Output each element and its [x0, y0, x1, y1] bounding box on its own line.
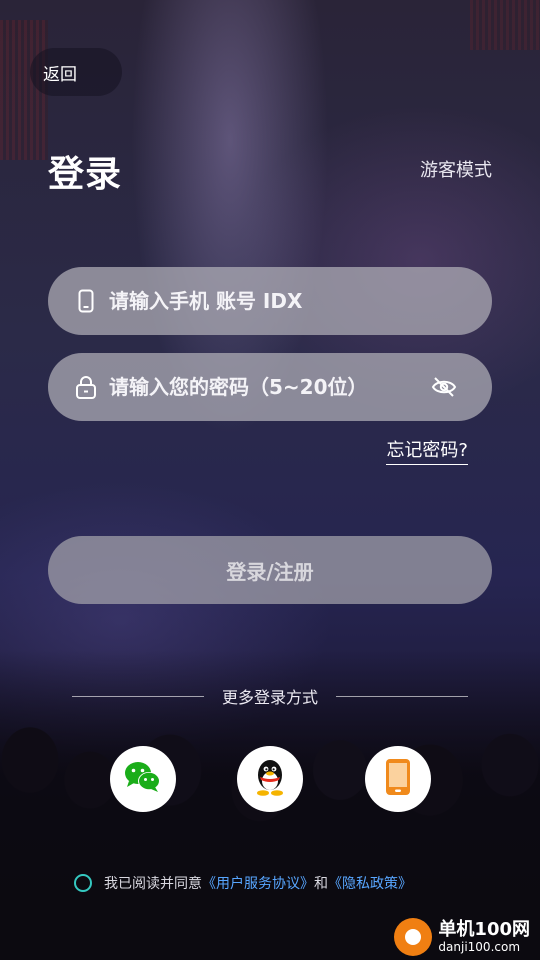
back-button[interactable]: 返回: [30, 48, 122, 96]
password-input[interactable]: [107, 374, 411, 400]
agreement: 我已阅读并同意 《用户服务协议》 和 《隐私政策》: [74, 873, 412, 893]
page-title: 登录: [48, 154, 123, 195]
back-label: 返回: [43, 64, 77, 85]
qq-penguin-icon: [253, 757, 287, 801]
agreement-conjunction: 和: [314, 876, 328, 892]
account-input[interactable]: [107, 288, 411, 314]
mobile-phone-icon: [74, 289, 98, 313]
watermark: 单机100网 danji100.com: [394, 918, 530, 956]
qq-login-button[interactable]: [237, 746, 303, 812]
background-decoration: [470, 0, 540, 50]
forgot-password-link[interactable]: 忘记密码?: [386, 440, 468, 465]
agree-radio[interactable]: [74, 874, 92, 892]
phone-icon: [385, 758, 411, 800]
eye-closed-icon[interactable]: [430, 374, 458, 400]
login-register-button[interactable]: 登录/注册: [48, 536, 492, 604]
password-field[interactable]: [48, 353, 492, 421]
divider-right: [336, 696, 468, 697]
lock-icon: [74, 375, 98, 399]
privacy-policy-link[interactable]: 《隐私政策》: [328, 873, 412, 893]
watermark-logo-icon: [394, 918, 433, 956]
agreement-prefix: 我已阅读并同意: [104, 876, 202, 892]
login-register-label: 登录/注册: [226, 559, 314, 584]
watermark-title: 单机100网: [438, 919, 530, 940]
watermark-domain: danji100.com: [438, 940, 521, 954]
guest-mode-button[interactable]: 游客模式: [420, 156, 492, 182]
wechat-login-button[interactable]: [110, 746, 176, 812]
phone-login-button[interactable]: [365, 746, 431, 812]
user-agreement-link[interactable]: 《用户服务协议》: [202, 873, 314, 893]
account-field[interactable]: [48, 267, 492, 335]
wechat-icon: [123, 760, 163, 798]
